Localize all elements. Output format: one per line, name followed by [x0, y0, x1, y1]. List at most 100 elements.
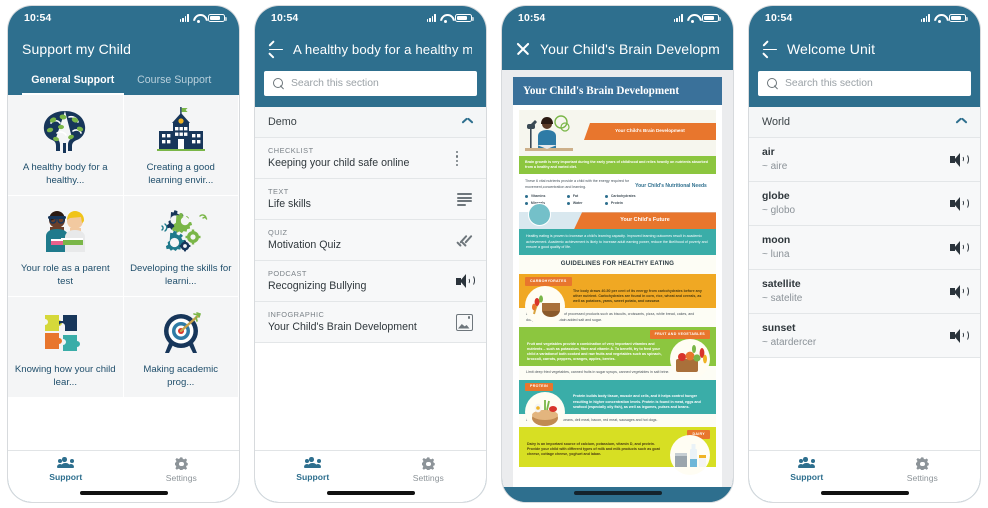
battery-icon [455, 13, 474, 23]
phone-bezel: 10:54 Support my Child General Support C… [8, 6, 239, 502]
tab-settings-label: Settings [412, 473, 444, 484]
list-item[interactable]: satellite ~ satelite [749, 270, 980, 314]
search-container: Search this section [749, 62, 980, 107]
tab-course-support[interactable]: Course Support [124, 74, 226, 95]
infographic-section-body: Fruit and vegetables provide a combinati… [527, 341, 662, 362]
section-header-world[interactable]: World [749, 107, 980, 138]
signal-bars-icon [426, 14, 436, 22]
support-card-label: Making academic prog... [143, 364, 219, 388]
bottom-tab-bar: Support Settings [8, 450, 240, 488]
support-card-learning-environment[interactable]: Creating a good learning envir... [123, 95, 239, 196]
list-item-name: Your Child's Brain Development [268, 321, 417, 334]
status-time: 10:54 [24, 12, 52, 24]
list-item[interactable]: QUIZ Motivation Quiz [255, 220, 486, 261]
search-input[interactable]: Search this section [758, 71, 971, 96]
list-item[interactable]: globe ~ globo [749, 182, 980, 226]
back-arrow-icon[interactable] [268, 42, 284, 59]
parents-icon [37, 207, 93, 257]
status-bar: 10:54 [502, 6, 733, 30]
infographic-section-body: The body draws 40-50 per cent of its ene… [573, 288, 702, 304]
bottom-tab-bar: Support Settings [255, 450, 487, 488]
infographic-body[interactable]: Your Child's Brain Development Your Chil… [502, 70, 733, 488]
speaker-icon[interactable] [456, 273, 475, 290]
tab-support[interactable]: Support [8, 457, 124, 483]
phone-mockup-welcome-unit: 10:54 Welcome Unit Search this section W… [741, 0, 988, 508]
list-item[interactable]: moon ~ luna [749, 226, 980, 270]
infographic-section-tag: FRUIT AND VEGETABLES [649, 329, 710, 339]
support-card-label: A healthy body for a healthy... [22, 162, 108, 186]
tab-general-support[interactable]: General Support [22, 74, 124, 95]
signal-bars-icon [673, 14, 683, 22]
tab-settings[interactable]: Settings [865, 457, 981, 483]
status-icons [179, 13, 227, 23]
list-item[interactable]: CHECKLIST Keeping your child safe online [255, 138, 486, 179]
glossary-list-body: World air ~ aire globe ~ globo moon ~ lu… [749, 107, 980, 451]
chevron-up-icon[interactable] [956, 119, 967, 126]
puzzle-icon [37, 308, 93, 358]
list-item-name: Keeping your child safe online [268, 157, 410, 170]
signal-bars-icon [920, 14, 930, 22]
speaker-icon[interactable] [950, 239, 969, 256]
speaker-icon[interactable] [950, 283, 969, 300]
home-indicator [8, 487, 239, 502]
speaker-icon[interactable] [950, 327, 969, 344]
text-lines-icon [456, 191, 473, 208]
infographic-section-dairy: DAIRY Dairy is an important source of ca… [519, 427, 716, 476]
infographic-section-protein: PROTEIN Protein builds body tissue, musc… [519, 379, 716, 432]
screenshot-stage: 10:54 Support my Child General Support C… [0, 0, 988, 508]
speaker-icon[interactable] [950, 151, 969, 168]
support-card-academic-progress[interactable]: Making academic prog... [123, 297, 239, 398]
speaker-icon[interactable] [950, 195, 969, 212]
tab-settings[interactable]: Settings [124, 457, 240, 483]
support-card-label: Your role as a parent test [20, 263, 110, 287]
infographic-sheet: Your Child's Brain Development Your Chil… [513, 77, 722, 488]
glossary-translation: ~ luna [762, 249, 790, 260]
nav-header: A healthy body for a healthy mi... [255, 30, 486, 62]
list-item[interactable]: PODCAST Recognizing Bullying [255, 261, 486, 302]
target-icon [153, 308, 209, 358]
tab-support[interactable]: Support [255, 457, 371, 483]
status-time: 10:54 [518, 12, 546, 24]
tab-settings-label: Settings [165, 473, 197, 484]
gear-icon [421, 457, 435, 471]
glossary-term: moon [762, 235, 791, 246]
phone-mockup-support-home: 10:54 Support my Child General Support C… [0, 0, 247, 508]
infographic-banner-title: Your Child's Brain Development [523, 85, 680, 97]
support-card-parent-role[interactable]: Your role as a parent test [8, 196, 124, 297]
page-title: Support my Child [22, 41, 131, 57]
phone-mockup-section-contents: 10:54 A healthy body for a healthy mi... [247, 0, 494, 508]
glossary-translation: ~ aire [762, 161, 788, 172]
support-card-learning-skills[interactable]: Developing the skills for learni... [123, 196, 239, 297]
battery-icon [949, 13, 968, 23]
back-arrow-icon[interactable] [762, 42, 778, 59]
glossary-term: air [762, 147, 775, 158]
tab-support-label: Support [790, 472, 824, 483]
tab-settings[interactable]: Settings [371, 457, 487, 483]
list-item[interactable]: sunset ~ atardercer [749, 314, 980, 358]
close-icon[interactable] [516, 42, 531, 57]
section-header-demo[interactable]: Demo [255, 107, 486, 138]
checklist-icon [456, 150, 473, 167]
status-time: 10:54 [271, 12, 299, 24]
glossary-term: sunset [762, 323, 796, 334]
chevron-up-icon[interactable] [462, 119, 473, 126]
list-item[interactable]: INFOGRAPHIC Your Child's Brain Developme… [255, 302, 486, 343]
tab-support[interactable]: Support [749, 457, 865, 483]
glossary-term: globe [762, 191, 790, 202]
search-icon [273, 78, 284, 89]
list-item[interactable]: air ~ aire [749, 138, 980, 182]
bottom-tab-bar: Support Settings [749, 450, 981, 488]
support-card-how-child-learns[interactable]: Knowing how your child lear... [8, 297, 124, 398]
support-card-healthy-body[interactable]: A healthy body for a healthy... [8, 95, 124, 196]
glossary-translation: ~ globo [762, 205, 796, 216]
dairy-foods-icon [670, 435, 710, 476]
nutrient-item: Water [567, 201, 601, 206]
status-icons [673, 13, 721, 23]
wifi-icon [440, 14, 451, 23]
infographic-guidelines-title: GUIDELINES FOR HEALTHY EATING [519, 255, 716, 274]
search-input[interactable]: Search this section [264, 71, 477, 96]
list-item[interactable]: TEXT Life skills [255, 179, 486, 220]
section-title: World [762, 116, 790, 128]
child-avatar-icon [528, 203, 551, 227]
nutrient-item: Protein [605, 201, 653, 206]
